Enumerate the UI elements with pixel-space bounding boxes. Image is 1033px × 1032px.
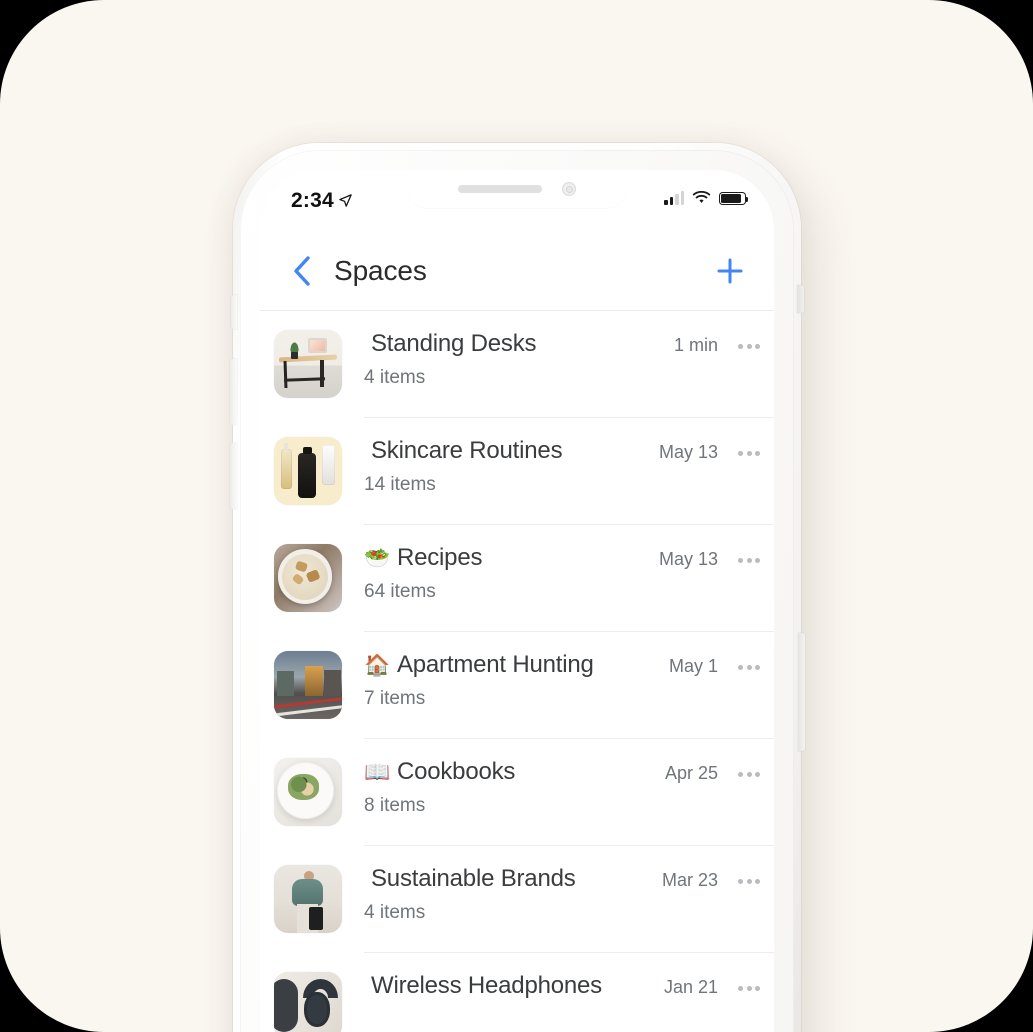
phone-screen: 2:34 Spaces Standing Desks 1 min 4 items… bbox=[260, 170, 774, 1032]
table-row[interactable]: 🏠 Apartment Hunting May 1 7 items bbox=[260, 632, 774, 739]
space-date: May 1 bbox=[668, 656, 718, 676]
space-thumbnail bbox=[274, 651, 342, 719]
space-thumbnail bbox=[274, 865, 342, 933]
space-thumbnail bbox=[274, 437, 342, 505]
space-emoji-icon: 🥗 bbox=[364, 546, 390, 570]
cellular-signal-icon bbox=[664, 191, 684, 205]
plus-icon bbox=[717, 258, 743, 284]
space-name: Standing Desks bbox=[364, 330, 536, 358]
spaces-list: Standing Desks 1 min 4 items Skincare Ro… bbox=[260, 311, 774, 1032]
space-emoji-icon: 📖 bbox=[364, 760, 390, 784]
space-date: Apr 25 bbox=[664, 763, 718, 783]
space-thumbnail bbox=[274, 758, 342, 826]
chevron-left-icon bbox=[294, 256, 310, 286]
space-date: 1 min bbox=[673, 335, 718, 355]
space-thumbnail bbox=[274, 330, 342, 398]
overflow-menu-icon[interactable] bbox=[738, 451, 760, 456]
space-name-text: Sustainable Brands bbox=[371, 865, 576, 892]
overflow-menu-icon[interactable] bbox=[738, 772, 760, 777]
antenna-band bbox=[797, 285, 804, 313]
space-date: Mar 23 bbox=[661, 870, 718, 890]
status-bar-indicators bbox=[664, 191, 749, 205]
table-row[interactable]: Wireless Headphones Jan 21 bbox=[260, 953, 774, 1032]
space-date: Jan 21 bbox=[663, 977, 718, 997]
space-name: Sustainable Brands bbox=[364, 865, 576, 893]
location-arrow-icon bbox=[339, 194, 352, 207]
space-thumbnail bbox=[274, 544, 342, 612]
table-row[interactable]: 📖 Cookbooks Apr 25 8 items bbox=[260, 739, 774, 846]
space-name: 🏠 Apartment Hunting bbox=[364, 651, 594, 679]
table-row[interactable]: 🥗 Recipes May 13 64 items bbox=[260, 525, 774, 632]
space-name: 🥗 Recipes bbox=[364, 544, 482, 572]
page-canvas: 2:34 Spaces Standing Desks 1 min 4 items… bbox=[0, 0, 1033, 1032]
space-name: 📖 Cookbooks bbox=[364, 758, 515, 786]
space-emoji-icon: 🏠 bbox=[364, 653, 390, 677]
volume-up-button[interactable] bbox=[230, 359, 237, 425]
space-item-count: 14 items bbox=[364, 474, 436, 495]
space-name-text: Standing Desks bbox=[371, 330, 537, 357]
space-name-text: Cookbooks bbox=[396, 758, 516, 785]
phone-device-frame: 2:34 Spaces Standing Desks 1 min 4 items… bbox=[230, 143, 805, 1032]
volume-down-button[interactable] bbox=[230, 443, 237, 509]
space-item-count: 4 items bbox=[364, 367, 426, 388]
space-name-text: Apartment Hunting bbox=[396, 651, 594, 678]
back-button[interactable] bbox=[274, 243, 330, 299]
device-notch bbox=[406, 170, 628, 208]
page-title: Spaces bbox=[334, 255, 427, 286]
space-item-count: 4 items bbox=[364, 902, 426, 923]
space-item-count: 64 items bbox=[364, 581, 436, 602]
table-row[interactable]: Skincare Routines May 13 14 items bbox=[260, 418, 774, 525]
space-name-text: Wireless Headphones bbox=[371, 972, 602, 999]
wifi-icon bbox=[692, 191, 711, 203]
table-row[interactable]: Sustainable Brands Mar 23 4 items bbox=[260, 846, 774, 953]
space-name-text: Skincare Routines bbox=[371, 437, 563, 464]
overflow-menu-icon[interactable] bbox=[738, 344, 760, 349]
overflow-menu-icon[interactable] bbox=[738, 879, 760, 884]
status-bar-clock: 2:34 bbox=[291, 189, 353, 213]
mute-switch[interactable] bbox=[231, 295, 237, 329]
table-row[interactable]: Standing Desks 1 min 4 items bbox=[260, 311, 774, 418]
overflow-menu-icon[interactable] bbox=[738, 558, 760, 563]
space-name-text: Recipes bbox=[396, 544, 483, 571]
front-camera-icon bbox=[562, 182, 576, 196]
earpiece-speaker-icon bbox=[458, 185, 542, 193]
battery-icon bbox=[719, 192, 749, 205]
space-name: Skincare Routines bbox=[364, 437, 562, 465]
space-date: May 13 bbox=[658, 442, 718, 462]
space-thumbnail bbox=[274, 972, 342, 1032]
space-item-count: 7 items bbox=[364, 688, 426, 709]
clock-time: 2:34 bbox=[291, 189, 334, 212]
space-item-count: 8 items bbox=[364, 795, 426, 816]
space-name: Wireless Headphones bbox=[364, 972, 602, 1000]
power-button[interactable] bbox=[798, 633, 805, 751]
add-space-button[interactable] bbox=[704, 245, 756, 297]
overflow-menu-icon[interactable] bbox=[738, 665, 760, 670]
overflow-menu-icon[interactable] bbox=[738, 986, 760, 991]
space-date: May 13 bbox=[658, 549, 718, 569]
navigation-bar: Spaces bbox=[260, 232, 774, 310]
